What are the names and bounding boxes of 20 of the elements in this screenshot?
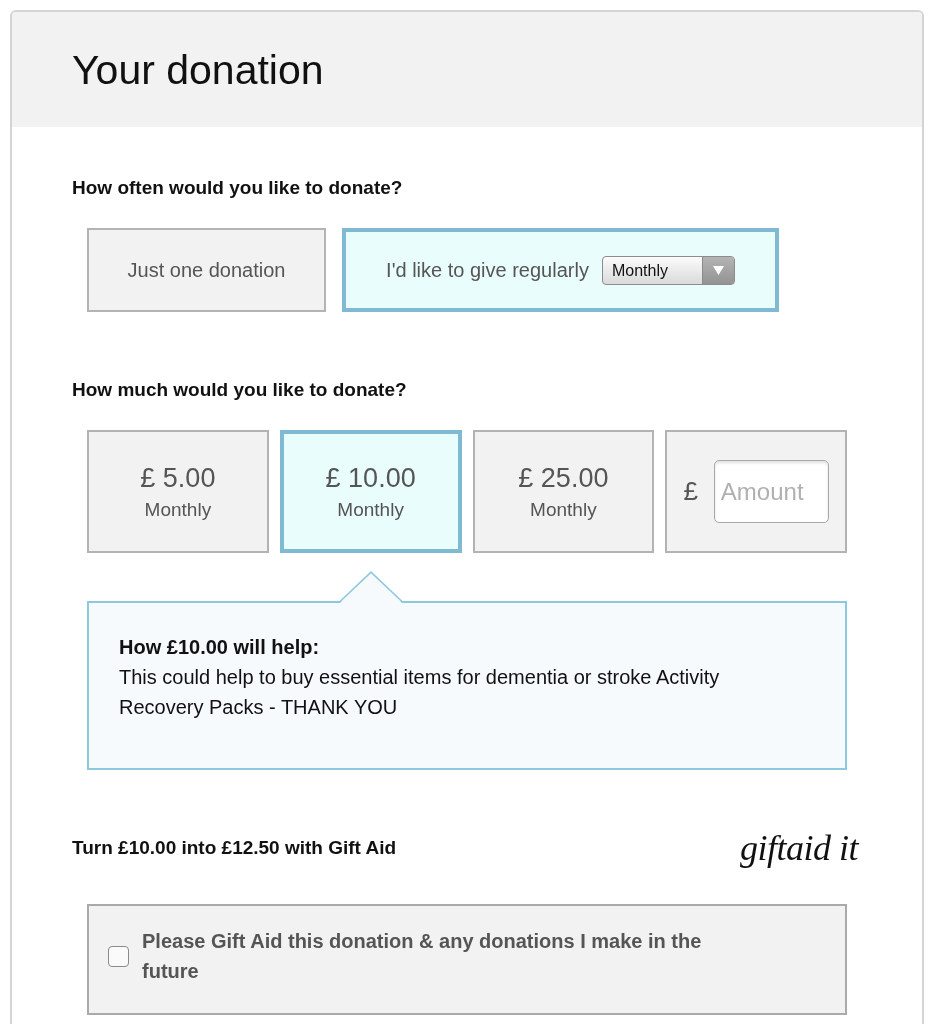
single-donation-option[interactable]: Just one donation: [87, 228, 326, 312]
gift-aid-consent-label[interactable]: Please Gift Aid this donation & any donations I make in the future: [142, 926, 742, 986]
regular-giving-option[interactable]: I'd like to give regularly Monthly: [342, 228, 779, 312]
regular-giving-label: I'd like to give regularly: [386, 258, 589, 283]
amount-option[interactable]: £ 25.00 Monthly: [472, 430, 655, 553]
dropdown-caret-icon: [712, 265, 724, 275]
amount-option[interactable]: £ 5.00 Monthly: [87, 430, 269, 553]
gift-aid-headline: Turn £10.00 into £12.50 with Gift Aid: [72, 836, 397, 860]
card-title: Your donation: [72, 45, 324, 94]
gift-aid-checkbox[interactable]: [108, 945, 129, 967]
impact-heading: How £10.00 will help:: [119, 635, 321, 660]
amount-input[interactable]: Amount: [713, 460, 829, 523]
frequency-question: How often would you like to donate?: [72, 176, 404, 200]
custom-amount-option[interactable]: £ Amount: [665, 430, 847, 553]
amount-question: How much would you like to donate?: [72, 378, 408, 402]
impact-text: This could help to buy essential items for dementia or stroke Activity Recovery Packs - THANK YOU: [119, 665, 721, 720]
frequency-dropdown[interactable]: Monthly: [601, 255, 735, 285]
gift-aid-logo: giftaid it: [740, 827, 858, 870]
currency-symbol: £: [683, 475, 698, 508]
amount-option[interactable]: £ 10.00 Monthly: [279, 430, 462, 553]
